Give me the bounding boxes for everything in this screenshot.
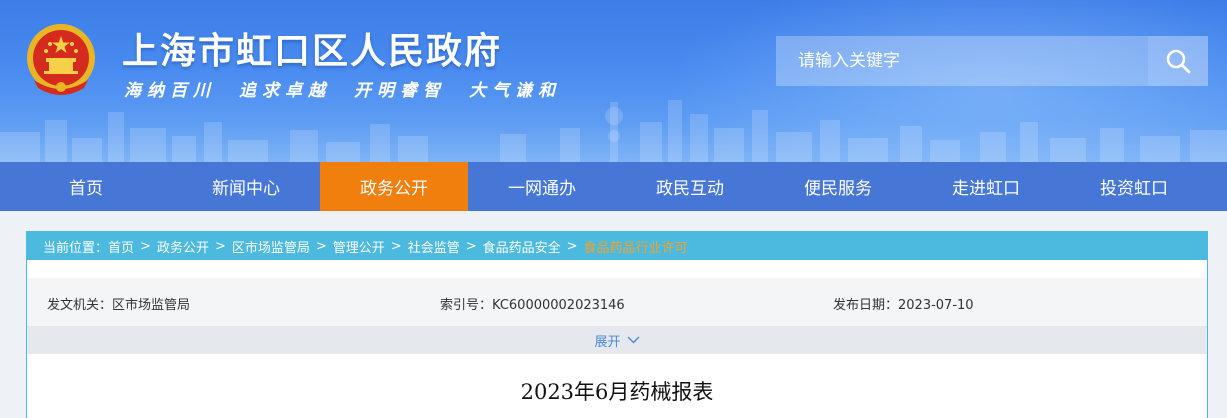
breadcrumb-separator: >: [390, 238, 402, 254]
search-button[interactable]: [1148, 36, 1208, 86]
breadcrumb-item[interactable]: 政务公开: [157, 237, 209, 256]
meta-issuer: 发文机关：区市场监管局: [47, 294, 190, 313]
nav-item-about-hongkou[interactable]: 走进虹口: [912, 162, 1060, 211]
chevron-down-icon: [627, 336, 640, 344]
content-panel: 当前位置： 首页 > 政务公开 > 区市场监管局 > 管理公开 > 社会监管 >…: [26, 231, 1208, 418]
breadcrumb-separator: >: [315, 238, 327, 254]
document-title: 2023年6月药械报表: [520, 380, 714, 404]
site-motto: 海纳百川 追求卓越 开明睿智 大气谦和: [124, 81, 561, 101]
national-emblem-icon: [27, 24, 95, 95]
meta-index-value: KC60000002023146: [492, 298, 625, 313]
breadcrumb-item[interactable]: 管理公开: [333, 237, 385, 256]
skyline-decoration: [0, 100, 1227, 162]
breadcrumb-separator: >: [140, 238, 151, 254]
search-input[interactable]: [776, 36, 1148, 86]
nav-item-government-affairs[interactable]: 政务公开: [320, 162, 468, 211]
breadcrumb-separator: >: [465, 238, 477, 254]
breadcrumb-item[interactable]: 首页: [108, 237, 134, 256]
breadcrumb-item[interactable]: 社会监管: [408, 237, 460, 256]
meta-issuer-label: 发文机关：: [47, 298, 113, 313]
meta-index: 索引号：KC60000002023146: [440, 294, 625, 313]
nav-item-home[interactable]: 首页: [0, 162, 172, 211]
document-meta: 发文机关：区市场监管局 索引号：KC60000002023146 发布日期：20…: [27, 278, 1207, 326]
search-icon: [1166, 49, 1191, 74]
expand-label: 展开: [594, 334, 621, 350]
nav-item-online-services[interactable]: 一网通办: [468, 162, 616, 211]
breadcrumb-separator: >: [214, 238, 226, 254]
breadcrumb-prefix: 当前位置：: [43, 240, 109, 256]
meta-date-value: 2023-07-10: [898, 298, 974, 313]
site-header: 上海市虹口区人民政府 海纳百川 追求卓越 开明睿智 大气谦和: [0, 0, 1227, 162]
meta-date: 发布日期：2023-07-10: [833, 294, 974, 313]
meta-issuer-value: 区市场监管局: [112, 298, 191, 313]
nav-item-public-services[interactable]: 便民服务: [764, 162, 912, 211]
breadcrumb-current[interactable]: 食品药品行业许可: [584, 237, 688, 256]
breadcrumb-item[interactable]: 食品药品安全: [483, 237, 561, 256]
main-nav: 首页 新闻中心 政务公开 一网通办 政民互动 便民服务 走进虹口 投资虹口: [0, 162, 1227, 211]
nav-item-interaction[interactable]: 政民互动: [616, 162, 764, 211]
breadcrumb-separator: >: [566, 238, 578, 254]
expand-toggle[interactable]: 展开: [27, 326, 1207, 354]
meta-date-label: 发布日期：: [833, 298, 899, 313]
nav-item-invest-hongkou[interactable]: 投资虹口: [1060, 162, 1208, 211]
meta-index-label: 索引号：: [440, 298, 493, 313]
site-title: 上海市虹口区人民政府: [122, 31, 503, 72]
breadcrumb-item[interactable]: 区市场监管局: [232, 237, 310, 256]
nav-item-news[interactable]: 新闻中心: [172, 162, 320, 211]
breadcrumb: 当前位置： 首页 > 政务公开 > 区市场监管局 > 管理公开 > 社会监管 >…: [27, 232, 1207, 260]
